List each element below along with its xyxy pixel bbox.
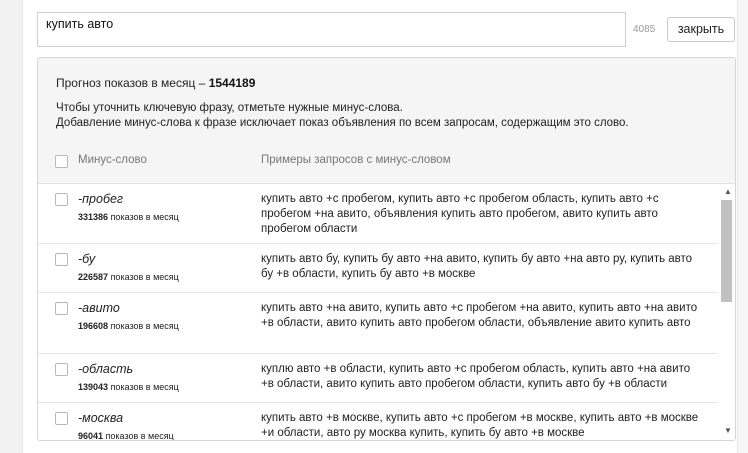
select-all-checkbox[interactable] bbox=[55, 155, 68, 168]
row-checkbox[interactable] bbox=[55, 193, 68, 206]
impressions-count: 96041 bbox=[78, 431, 104, 441]
impressions: 331386 показов в месяц bbox=[78, 212, 179, 222]
page-backdrop-left bbox=[0, 0, 22, 453]
column-header-examples: Примеры запросов с минус-словом bbox=[261, 154, 451, 166]
forecast-value: 1544189 bbox=[208, 76, 256, 90]
triangle-down-icon[interactable]: ▼ bbox=[724, 426, 732, 435]
row-checkbox[interactable] bbox=[55, 363, 68, 376]
list-item[interactable]: -авито 196608 показов в месяц купить авт… bbox=[38, 293, 718, 354]
column-header-word: Минус-слово bbox=[78, 154, 147, 166]
hint-line-1: Чтобы уточнить ключевую фразу, отметьте … bbox=[56, 102, 403, 114]
impressions-unit: показов в месяц bbox=[105, 431, 174, 441]
scroll-thumb[interactable] bbox=[721, 200, 732, 302]
row-checkbox[interactable] bbox=[55, 412, 68, 425]
impressions-unit: показов в месяц bbox=[110, 382, 179, 392]
example-queries: куплю авто +в области, купить авто +с пр… bbox=[261, 363, 691, 390]
negative-keywords-popup: Прогноз показов в месяц – 1544189 Чтобы … bbox=[37, 57, 736, 441]
impressions-count: 196608 bbox=[78, 321, 109, 331]
list-item[interactable]: -область 139043 показов в месяц куплю ав… bbox=[38, 354, 718, 403]
forecast-label: Прогноз показов в месяц – bbox=[56, 76, 206, 90]
negative-keyword-list: -пробег 331386 показов в месяц купить ав… bbox=[38, 183, 735, 441]
negative-word: -область bbox=[78, 362, 134, 376]
impressions-count: 139043 bbox=[78, 382, 109, 392]
triangle-up-icon[interactable]: ▲ bbox=[724, 187, 732, 196]
list-item[interactable]: -москва 96041 показов в месяц купить авт… bbox=[38, 403, 718, 441]
hint-text: Чтобы уточнить ключевую фразу, отметьте … bbox=[56, 101, 629, 131]
impressions-unit: показов в месяц bbox=[110, 272, 179, 282]
impressions: 196608 показов в месяц bbox=[78, 321, 179, 331]
example-queries: купить авто +в москве, купить авто +с пр… bbox=[261, 412, 699, 439]
list-item[interactable]: -бу 226587 показов в месяц купить авто б… bbox=[38, 244, 718, 293]
impressions: 226587 показов в месяц bbox=[78, 272, 179, 282]
close-button[interactable]: закрыть bbox=[667, 17, 735, 42]
keyword-phrase-input[interactable]: купить авто bbox=[37, 12, 626, 47]
example-queries: купить авто +на авито, купить авто +с пр… bbox=[261, 302, 698, 329]
example-queries: купить авто +с пробегом, купить авто +с … bbox=[261, 193, 659, 235]
forecast-line: Прогноз показов в месяц – 1544189 bbox=[56, 76, 255, 90]
row-checkbox[interactable] bbox=[55, 253, 68, 266]
impressions-count: 226587 bbox=[78, 272, 109, 282]
negative-word: -москва bbox=[78, 411, 124, 425]
example-queries: купить авто бу, купить бу авто +на авито… bbox=[261, 253, 693, 280]
page-backdrop-right bbox=[738, 0, 748, 453]
impressions: 96041 показов в месяц bbox=[78, 431, 174, 441]
negative-word: -бу bbox=[78, 252, 96, 266]
list-item[interactable]: -пробег 331386 показов в месяц купить ав… bbox=[38, 184, 718, 244]
scrollbar[interactable]: ▲ ▼ bbox=[718, 184, 735, 440]
impressions-count: 331386 bbox=[78, 212, 109, 222]
negative-word: -авито bbox=[78, 301, 120, 315]
impressions-unit: показов в месяц bbox=[110, 212, 179, 222]
row-checkbox[interactable] bbox=[55, 302, 68, 315]
negative-word: -пробег bbox=[78, 192, 124, 206]
char-count: 4085 bbox=[633, 24, 656, 35]
impressions-unit: показов в месяц bbox=[110, 321, 179, 331]
hint-line-2: Добавление минус-слова к фразе исключает… bbox=[56, 117, 629, 129]
impressions: 139043 показов в месяц bbox=[78, 382, 179, 392]
